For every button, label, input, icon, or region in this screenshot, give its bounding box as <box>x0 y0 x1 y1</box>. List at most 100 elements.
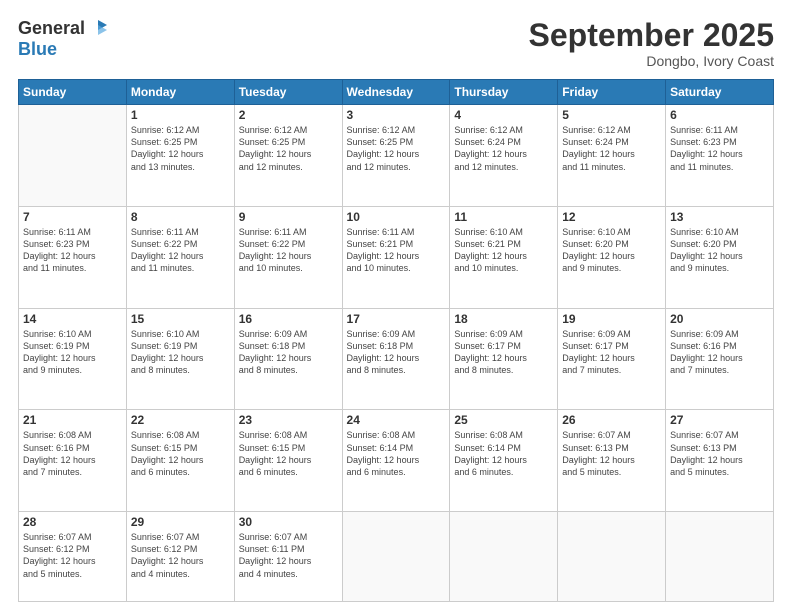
col-header-thursday: Thursday <box>450 80 558 105</box>
calendar-cell <box>450 512 558 602</box>
day-number: 30 <box>239 515 338 529</box>
day-info: Sunrise: 6:08 AM Sunset: 6:15 PM Dayligh… <box>239 429 338 478</box>
calendar-week-row: 1 Sunrise: 6:12 AM Sunset: 6:25 PM Daylig… <box>19 105 774 207</box>
day-info: Sunrise: 6:12 AM Sunset: 6:25 PM Dayligh… <box>239 124 338 173</box>
day-number: 5 <box>562 108 661 122</box>
calendar-cell: 26 Sunrise: 6:07 AM Sunset: 6:13 PM Dayli… <box>558 410 666 512</box>
day-number: 23 <box>239 413 338 427</box>
calendar-header-row: SundayMondayTuesdayWednesdayThursdayFrid… <box>19 80 774 105</box>
logo: General Blue <box>18 18 109 60</box>
day-info: Sunrise: 6:09 AM Sunset: 6:16 PM Dayligh… <box>670 328 769 377</box>
day-number: 20 <box>670 312 769 326</box>
calendar-week-row: 21 Sunrise: 6:08 AM Sunset: 6:16 PM Dayli… <box>19 410 774 512</box>
day-info: Sunrise: 6:10 AM Sunset: 6:20 PM Dayligh… <box>670 226 769 275</box>
day-number: 1 <box>131 108 230 122</box>
calendar-cell: 6 Sunrise: 6:11 AM Sunset: 6:23 PM Daylig… <box>666 105 774 207</box>
day-info: Sunrise: 6:09 AM Sunset: 6:17 PM Dayligh… <box>562 328 661 377</box>
day-number: 19 <box>562 312 661 326</box>
calendar-cell <box>666 512 774 602</box>
calendar-cell: 25 Sunrise: 6:08 AM Sunset: 6:14 PM Dayli… <box>450 410 558 512</box>
calendar-cell: 2 Sunrise: 6:12 AM Sunset: 6:25 PM Daylig… <box>234 105 342 207</box>
day-number: 29 <box>131 515 230 529</box>
day-info: Sunrise: 6:12 AM Sunset: 6:24 PM Dayligh… <box>454 124 553 173</box>
calendar-cell: 9 Sunrise: 6:11 AM Sunset: 6:22 PM Daylig… <box>234 206 342 308</box>
calendar-table: SundayMondayTuesdayWednesdayThursdayFrid… <box>18 79 774 602</box>
col-header-saturday: Saturday <box>666 80 774 105</box>
day-info: Sunrise: 6:07 AM Sunset: 6:13 PM Dayligh… <box>670 429 769 478</box>
calendar-cell: 13 Sunrise: 6:10 AM Sunset: 6:20 PM Dayli… <box>666 206 774 308</box>
day-number: 12 <box>562 210 661 224</box>
day-info: Sunrise: 6:11 AM Sunset: 6:23 PM Dayligh… <box>23 226 122 275</box>
day-info: Sunrise: 6:10 AM Sunset: 6:20 PM Dayligh… <box>562 226 661 275</box>
day-info: Sunrise: 6:07 AM Sunset: 6:12 PM Dayligh… <box>23 531 122 580</box>
day-info: Sunrise: 6:12 AM Sunset: 6:25 PM Dayligh… <box>131 124 230 173</box>
day-number: 18 <box>454 312 553 326</box>
calendar-week-row: 7 Sunrise: 6:11 AM Sunset: 6:23 PM Daylig… <box>19 206 774 308</box>
day-number: 28 <box>23 515 122 529</box>
calendar-cell: 17 Sunrise: 6:09 AM Sunset: 6:18 PM Dayli… <box>342 308 450 410</box>
calendar-cell: 28 Sunrise: 6:07 AM Sunset: 6:12 PM Dayli… <box>19 512 127 602</box>
calendar-week-row: 14Sunrise: 6:10 AM Sunset: 6:19 PM Dayli… <box>19 308 774 410</box>
day-number: 24 <box>347 413 446 427</box>
day-info: Sunrise: 6:11 AM Sunset: 6:21 PM Dayligh… <box>347 226 446 275</box>
day-info: Sunrise: 6:10 AM Sunset: 6:21 PM Dayligh… <box>454 226 553 275</box>
day-number: 10 <box>347 210 446 224</box>
col-header-friday: Friday <box>558 80 666 105</box>
day-number: 16 <box>239 312 338 326</box>
day-info: Sunrise: 6:10 AM Sunset: 6:19 PM Dayligh… <box>131 328 230 377</box>
calendar-cell: 18Sunrise: 6:09 AM Sunset: 6:17 PM Dayli… <box>450 308 558 410</box>
calendar-cell: 16 Sunrise: 6:09 AM Sunset: 6:18 PM Dayli… <box>234 308 342 410</box>
day-info: Sunrise: 6:07 AM Sunset: 6:11 PM Dayligh… <box>239 531 338 580</box>
day-info: Sunrise: 6:08 AM Sunset: 6:14 PM Dayligh… <box>454 429 553 478</box>
day-info: Sunrise: 6:09 AM Sunset: 6:18 PM Dayligh… <box>239 328 338 377</box>
calendar-cell <box>19 105 127 207</box>
calendar-cell: 23 Sunrise: 6:08 AM Sunset: 6:15 PM Dayli… <box>234 410 342 512</box>
page: General Blue September 2025 Dongbo, Ivor… <box>0 0 792 612</box>
calendar-cell: 30 Sunrise: 6:07 AM Sunset: 6:11 PM Dayli… <box>234 512 342 602</box>
day-info: Sunrise: 6:09 AM Sunset: 6:18 PM Dayligh… <box>347 328 446 377</box>
calendar-week-row: 28 Sunrise: 6:07 AM Sunset: 6:12 PM Dayli… <box>19 512 774 602</box>
logo-general-text: General <box>18 18 85 39</box>
calendar-cell: 5 Sunrise: 6:12 AM Sunset: 6:24 PM Daylig… <box>558 105 666 207</box>
day-number: 21 <box>23 413 122 427</box>
day-number: 26 <box>562 413 661 427</box>
calendar-cell: 14Sunrise: 6:10 AM Sunset: 6:19 PM Dayli… <box>19 308 127 410</box>
day-number: 11 <box>454 210 553 224</box>
day-info: Sunrise: 6:11 AM Sunset: 6:22 PM Dayligh… <box>239 226 338 275</box>
day-info: Sunrise: 6:07 AM Sunset: 6:13 PM Dayligh… <box>562 429 661 478</box>
location: Dongbo, Ivory Coast <box>529 53 774 69</box>
day-info: Sunrise: 6:08 AM Sunset: 6:15 PM Dayligh… <box>131 429 230 478</box>
col-header-wednesday: Wednesday <box>342 80 450 105</box>
day-number: 6 <box>670 108 769 122</box>
calendar-cell: 27 Sunrise: 6:07 AM Sunset: 6:13 PM Dayli… <box>666 410 774 512</box>
calendar-cell: 12 Sunrise: 6:10 AM Sunset: 6:20 PM Dayli… <box>558 206 666 308</box>
day-number: 7 <box>23 210 122 224</box>
calendar-cell: 3Sunrise: 6:12 AM Sunset: 6:25 PM Daylig… <box>342 105 450 207</box>
day-info: Sunrise: 6:07 AM Sunset: 6:12 PM Dayligh… <box>131 531 230 580</box>
col-header-sunday: Sunday <box>19 80 127 105</box>
calendar-cell: 10 Sunrise: 6:11 AM Sunset: 6:21 PM Dayli… <box>342 206 450 308</box>
calendar-cell <box>342 512 450 602</box>
day-info: Sunrise: 6:08 AM Sunset: 6:16 PM Dayligh… <box>23 429 122 478</box>
logo-blue-text: Blue <box>18 39 57 59</box>
day-number: 13 <box>670 210 769 224</box>
day-info: Sunrise: 6:08 AM Sunset: 6:14 PM Dayligh… <box>347 429 446 478</box>
day-info: Sunrise: 6:11 AM Sunset: 6:23 PM Dayligh… <box>670 124 769 173</box>
calendar-cell: 20 Sunrise: 6:09 AM Sunset: 6:16 PM Dayli… <box>666 308 774 410</box>
calendar-cell: 22 Sunrise: 6:08 AM Sunset: 6:15 PM Dayli… <box>126 410 234 512</box>
day-number: 27 <box>670 413 769 427</box>
day-number: 3 <box>347 108 446 122</box>
col-header-tuesday: Tuesday <box>234 80 342 105</box>
day-number: 9 <box>239 210 338 224</box>
day-info: Sunrise: 6:11 AM Sunset: 6:22 PM Dayligh… <box>131 226 230 275</box>
day-number: 2 <box>239 108 338 122</box>
day-number: 8 <box>131 210 230 224</box>
day-number: 22 <box>131 413 230 427</box>
calendar-cell: 29 Sunrise: 6:07 AM Sunset: 6:12 PM Dayli… <box>126 512 234 602</box>
day-info: Sunrise: 6:12 AM Sunset: 6:24 PM Dayligh… <box>562 124 661 173</box>
calendar-cell: 8 Sunrise: 6:11 AM Sunset: 6:22 PM Daylig… <box>126 206 234 308</box>
calendar-cell: 11 Sunrise: 6:10 AM Sunset: 6:21 PM Dayli… <box>450 206 558 308</box>
calendar-cell: 7 Sunrise: 6:11 AM Sunset: 6:23 PM Daylig… <box>19 206 127 308</box>
day-number: 25 <box>454 413 553 427</box>
day-number: 17 <box>347 312 446 326</box>
